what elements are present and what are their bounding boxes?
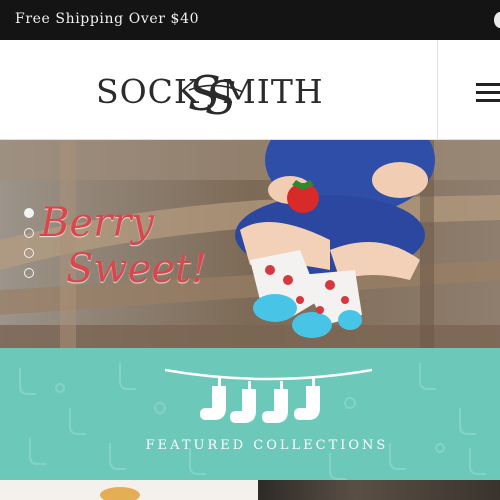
featured-collections-title: FEATURED COLLECTIONS — [145, 438, 389, 453]
socksmith-logo[interactable]: SOCK S S MITH — [95, 64, 350, 122]
site-header: SOCK S S MITH — [0, 40, 500, 140]
menu-icon[interactable] — [476, 83, 500, 103]
header-divider — [437, 40, 438, 140]
slide-dot-1[interactable] — [24, 208, 34, 218]
hero-headline-line2: Sweet! — [66, 246, 208, 292]
logo-text-right: MITH — [222, 72, 324, 111]
slide-dot-2[interactable] — [24, 228, 34, 238]
next-section-preview — [0, 480, 500, 500]
hero-headline: Berry Sweet! — [40, 200, 207, 292]
hero-headline-line1: Berry — [40, 200, 154, 246]
slide-indicators — [24, 208, 36, 288]
product-image-preview — [100, 487, 140, 500]
featured-collections-banner[interactable]: FEATURED COLLECTIONS — [0, 348, 500, 480]
cart-icon[interactable] — [494, 12, 500, 28]
clothesline-socks-icon — [164, 368, 373, 423]
slide-dot-3[interactable] — [24, 248, 34, 258]
slide-dot-4[interactable] — [24, 268, 34, 278]
free-shipping-text: Free Shipping Over $40 — [15, 11, 200, 27]
collection-image-preview — [258, 480, 500, 500]
hero-slideshow[interactable]: Berry Sweet! — [0, 140, 500, 348]
announcement-bar: Free Shipping Over $40 — [0, 0, 500, 40]
